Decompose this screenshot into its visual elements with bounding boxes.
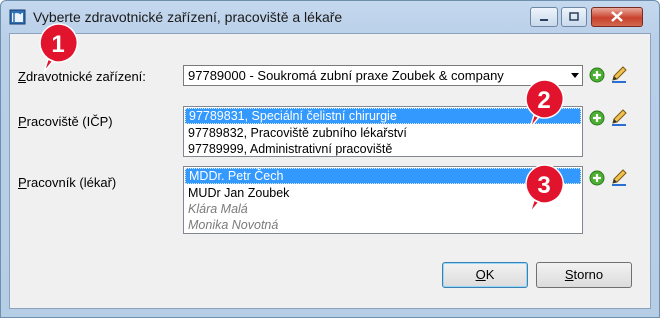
edit-icon[interactable]	[610, 168, 628, 186]
svg-text:3: 3	[537, 172, 550, 199]
svg-text:2: 2	[537, 87, 550, 114]
list-item[interactable]: Monika Novotná	[184, 217, 582, 233]
close-button[interactable]	[591, 7, 643, 27]
add-icon[interactable]	[588, 66, 606, 84]
edit-icon[interactable]	[610, 65, 628, 83]
svg-text:1: 1	[51, 31, 64, 58]
minimize-button[interactable]	[530, 7, 558, 27]
cancel-button[interactable]: Storno	[536, 262, 632, 288]
facility-value: 97789000 - Soukromá zubní praxe Zoubek &…	[188, 68, 504, 83]
annotation-badge-2: 2	[525, 79, 564, 129]
close-icon	[611, 11, 623, 22]
add-icon[interactable]	[588, 169, 606, 187]
add-icon[interactable]	[588, 109, 606, 127]
maximize-button[interactable]	[561, 7, 587, 27]
title-bar[interactable]: Vyberte zdravotnické zařízení, pracovišt…	[1, 1, 659, 33]
worker-label: Pracovník (lékař)	[18, 175, 117, 190]
maximize-icon	[569, 12, 579, 21]
ok-button[interactable]: OK	[442, 262, 528, 288]
dropdown-arrow-icon[interactable]	[571, 73, 579, 78]
annotation-badge-1: 1	[39, 23, 78, 73]
workplace-label: Pracoviště (IČP)	[18, 114, 113, 129]
minimize-icon	[540, 19, 548, 21]
list-item[interactable]: 97789999, Administrativní pracoviště	[184, 141, 582, 157]
edit-icon[interactable]	[610, 108, 628, 126]
annotation-badge-3: 3	[525, 164, 564, 214]
app-icon	[9, 9, 26, 25]
